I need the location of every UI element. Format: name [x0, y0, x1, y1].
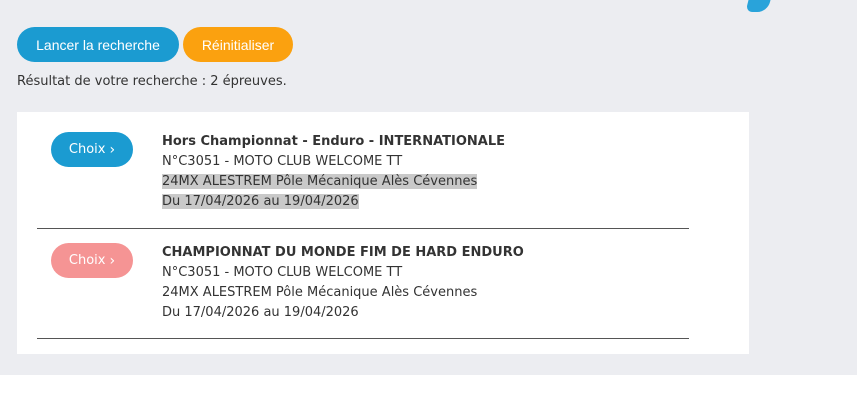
- event-club: N°C3051 - MOTO CLUB WELCOME TT: [162, 265, 403, 280]
- search-button[interactable]: Lancer la recherche: [17, 27, 179, 62]
- choice-button[interactable]: Choix ›: [51, 243, 133, 278]
- choice-button[interactable]: Choix ›: [51, 132, 133, 167]
- chevron-right-icon: ›: [109, 252, 116, 269]
- choice-button-label: Choix: [68, 253, 106, 268]
- event-item: Choix › CHAMPIONNAT DU MONDE FIM DE HARD…: [37, 228, 689, 339]
- event-dates: Du 17/04/2026 au 19/04/2026: [162, 194, 359, 209]
- chevron-right-icon: ›: [109, 141, 116, 158]
- reset-button[interactable]: Réinitialiser: [183, 27, 293, 62]
- choice-button-label: Choix: [68, 142, 106, 157]
- event-dates: Du 17/04/2026 au 19/04/2026: [162, 305, 359, 320]
- event-title: Hors Championnat - Enduro - INTERNATIONA…: [162, 134, 505, 149]
- event-details: Hors Championnat - Enduro - INTERNATIONA…: [162, 132, 505, 212]
- event-club: N°C3051 - MOTO CLUB WELCOME TT: [162, 154, 403, 169]
- event-details: CHAMPIONNAT DU MONDE FIM DE HARD ENDURO …: [162, 243, 524, 323]
- results-panel: Choix › Hors Championnat - Enduro - INTE…: [17, 112, 749, 354]
- result-summary: Résultat de votre recherche : 2 épreuves…: [17, 74, 287, 89]
- event-venue: 24MX ALESTREM Pôle Mécanique Alès Cévenn…: [162, 174, 478, 189]
- event-title: CHAMPIONNAT DU MONDE FIM DE HARD ENDURO: [162, 245, 524, 260]
- event-item: Choix › Hors Championnat - Enduro - INTE…: [37, 112, 689, 229]
- event-venue: 24MX ALESTREM Pôle Mécanique Alès Cévenn…: [162, 285, 478, 300]
